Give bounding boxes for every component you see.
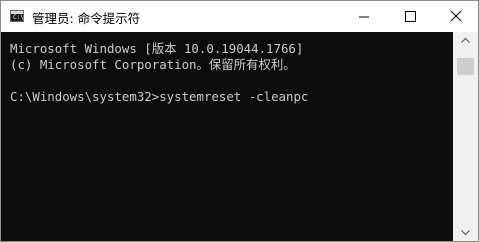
minimize-icon bbox=[359, 16, 369, 18]
maximize-button[interactable] bbox=[387, 1, 433, 32]
console-output[interactable]: Microsoft Windows [版本 10.0.19044.1766] (… bbox=[1, 32, 453, 241]
cmd-icon[interactable]: C:\ bbox=[10, 10, 24, 22]
minimize-button[interactable] bbox=[341, 1, 387, 32]
scroll-up-button[interactable] bbox=[453, 32, 478, 49]
window-title: 管理员: 命令提示符 bbox=[32, 11, 141, 26]
scroll-down-arrow-icon bbox=[461, 230, 470, 236]
vertical-scrollbar[interactable] bbox=[453, 32, 478, 241]
console-line-command: C:\Windows\system32>systemreset -cleanpc bbox=[10, 89, 309, 104]
scroll-up-arrow-icon bbox=[461, 37, 470, 43]
console-line-version: Microsoft Windows [版本 10.0.19044.1766] bbox=[10, 41, 304, 56]
maximize-icon bbox=[405, 11, 416, 22]
console-line-copyright: (c) Microsoft Corporation。保留所有权利。 bbox=[10, 57, 296, 72]
command-prompt-window: C:\ 管理员: 命令提示符 Microsoft Windows [版本 10.… bbox=[0, 0, 479, 242]
close-icon bbox=[450, 10, 462, 22]
scroll-thumb[interactable] bbox=[457, 58, 474, 75]
title-bar[interactable]: C:\ 管理员: 命令提示符 bbox=[1, 1, 478, 32]
scroll-down-button[interactable] bbox=[453, 224, 478, 241]
close-button[interactable] bbox=[433, 1, 478, 32]
cmd-icon-prompt: C:\ bbox=[13, 14, 24, 21]
